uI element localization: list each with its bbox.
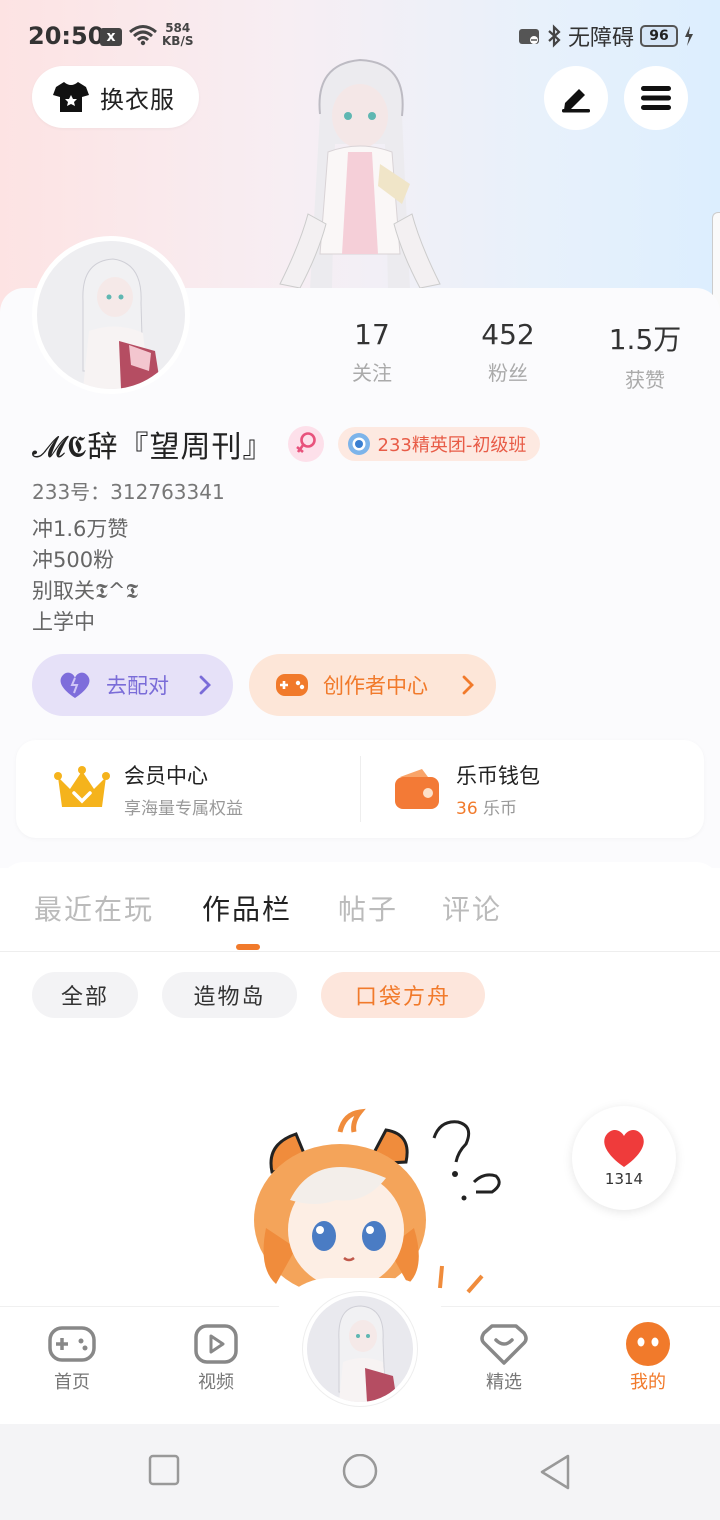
stat-likes-label: 获赞 bbox=[625, 368, 665, 392]
badge-icon bbox=[347, 433, 370, 455]
nav-home-label: 首页 bbox=[54, 1372, 90, 1393]
nav-video[interactable]: 视频 bbox=[166, 1320, 266, 1394]
bio-line: 上学中 bbox=[32, 610, 95, 634]
battery-level: 96 bbox=[640, 25, 678, 47]
notification-icon: x bbox=[100, 28, 122, 46]
member-center-subtitle: 享海量专属权益 bbox=[124, 798, 243, 819]
crown-icon bbox=[54, 766, 110, 807]
bio-line: 别取关𝕿^𝕿 bbox=[32, 579, 139, 603]
nav-avatar-button[interactable] bbox=[303, 1292, 417, 1406]
tab-works[interactable]: 作品栏 bbox=[202, 888, 292, 928]
gamepad-icon bbox=[48, 1326, 96, 1362]
filter-creation-island[interactable]: 造物岛 bbox=[162, 972, 297, 1018]
tab-recently-played[interactable]: 最近在玩 bbox=[34, 888, 154, 928]
wallet-balance: 36 乐币 bbox=[456, 794, 540, 819]
user-bio: 冲1.6万赞 冲500粉 别取关𝕿^𝕿 上学中 bbox=[32, 514, 138, 638]
video-icon bbox=[194, 1324, 238, 1364]
recent-apps-icon[interactable] bbox=[148, 1454, 180, 1486]
avatar-image bbox=[338, 1305, 397, 1402]
stat-followers-label: 粉丝 bbox=[488, 361, 528, 385]
nav-featured-label: 精选 bbox=[486, 1372, 522, 1393]
back-icon[interactable] bbox=[538, 1454, 572, 1490]
menu-button[interactable] bbox=[624, 66, 688, 130]
stat-following-value: 17 bbox=[354, 318, 390, 351]
stat-following-label: 关注 bbox=[352, 361, 392, 385]
profile-face-icon bbox=[626, 1322, 670, 1366]
user-nickname: 𝓜𝕮辞『望周刊』 bbox=[32, 430, 274, 465]
active-tab-indicator bbox=[236, 944, 260, 950]
charging-icon bbox=[685, 26, 693, 46]
bio-line: 冲500粉 bbox=[32, 548, 115, 572]
member-center-entry[interactable]: 会员中心 享海量专属权益 bbox=[54, 740, 243, 838]
creator-center-label: 创作者中心 bbox=[323, 674, 428, 698]
elite-team-badge[interactable]: 233精英团-初级班 bbox=[337, 427, 541, 461]
creator-center-button[interactable]: 创作者中心 bbox=[249, 654, 496, 716]
wallet-title: 乐币钱包 bbox=[456, 763, 540, 788]
wallet-unit: 乐币 bbox=[483, 798, 518, 819]
member-center-title: 会员中心 bbox=[124, 763, 208, 788]
nav-featured[interactable]: 精选 bbox=[454, 1320, 554, 1394]
network-speed: 584 KB/S bbox=[162, 21, 194, 48]
accessibility-label: 无障碍 bbox=[567, 26, 634, 51]
shirt-icon bbox=[53, 82, 89, 112]
nav-home[interactable]: 首页 bbox=[22, 1320, 122, 1394]
edit-profile-button[interactable] bbox=[544, 66, 608, 130]
pairing-button[interactable]: 去配对 bbox=[32, 654, 233, 716]
change-outfit-label: 换衣服 bbox=[100, 85, 175, 114]
system-navigation-bar bbox=[0, 1424, 720, 1520]
filter-all[interactable]: 全部 bbox=[32, 972, 138, 1018]
avatar-image bbox=[82, 258, 161, 389]
bio-line: 冲1.6万赞 bbox=[32, 517, 129, 541]
filter-pocket-ark[interactable]: 口袋方舟 bbox=[321, 972, 485, 1018]
stat-likes[interactable]: 1.5万 获赞 bbox=[590, 318, 700, 393]
elite-team-label: 233精英团-初级班 bbox=[377, 435, 527, 456]
purple-heart-icon bbox=[60, 672, 90, 698]
change-outfit-button[interactable]: 换衣服 bbox=[32, 66, 199, 128]
bluetooth-icon bbox=[548, 24, 561, 48]
heart-icon bbox=[604, 1129, 644, 1167]
wallet-icon bbox=[395, 769, 439, 809]
like-count: 1314 bbox=[604, 1170, 644, 1188]
pairing-label: 去配对 bbox=[106, 674, 169, 698]
stat-followers-value: 452 bbox=[481, 318, 535, 351]
card-divider bbox=[360, 756, 361, 822]
pen-icon bbox=[562, 89, 590, 113]
female-gender-icon bbox=[287, 426, 324, 462]
home-icon[interactable] bbox=[341, 1454, 379, 1492]
stat-followers[interactable]: 452 粉丝 bbox=[453, 318, 563, 386]
hamburger-icon bbox=[641, 86, 671, 110]
tab-posts[interactable]: 帖子 bbox=[338, 888, 398, 928]
stat-following[interactable]: 17 关注 bbox=[317, 318, 427, 386]
content-tabs: 最近在玩 作品栏 帖子 评论 bbox=[0, 862, 720, 952]
wifi-icon bbox=[129, 25, 157, 46]
member-wallet-card: 会员中心 享海量专属权益 乐币钱包 36 乐币 bbox=[16, 740, 704, 838]
heart-box-icon bbox=[480, 1324, 528, 1365]
gamepad-icon bbox=[276, 674, 308, 696]
floating-like-button[interactable]: 1314 bbox=[572, 1106, 676, 1210]
chevron-right-icon bbox=[462, 675, 474, 695]
nav-mine[interactable]: 我的 bbox=[598, 1320, 698, 1394]
avatar-character-image[interactable] bbox=[260, 54, 460, 290]
profile-avatar[interactable] bbox=[32, 236, 190, 394]
stat-likes-value: 1.5万 bbox=[608, 323, 682, 356]
tab-comments[interactable]: 评论 bbox=[442, 888, 502, 928]
wallet-amount: 36 bbox=[456, 798, 478, 819]
status-time: 20:50 bbox=[28, 22, 105, 50]
chevron-right-icon bbox=[199, 675, 211, 695]
user-id[interactable]: 233号：312763341 bbox=[32, 476, 225, 505]
wallet-entry[interactable]: 乐币钱包 36 乐币 bbox=[392, 740, 540, 838]
nav-video-label: 视频 bbox=[198, 1372, 234, 1393]
nav-mine-label: 我的 bbox=[630, 1372, 666, 1393]
camera-off-icon bbox=[518, 29, 539, 44]
